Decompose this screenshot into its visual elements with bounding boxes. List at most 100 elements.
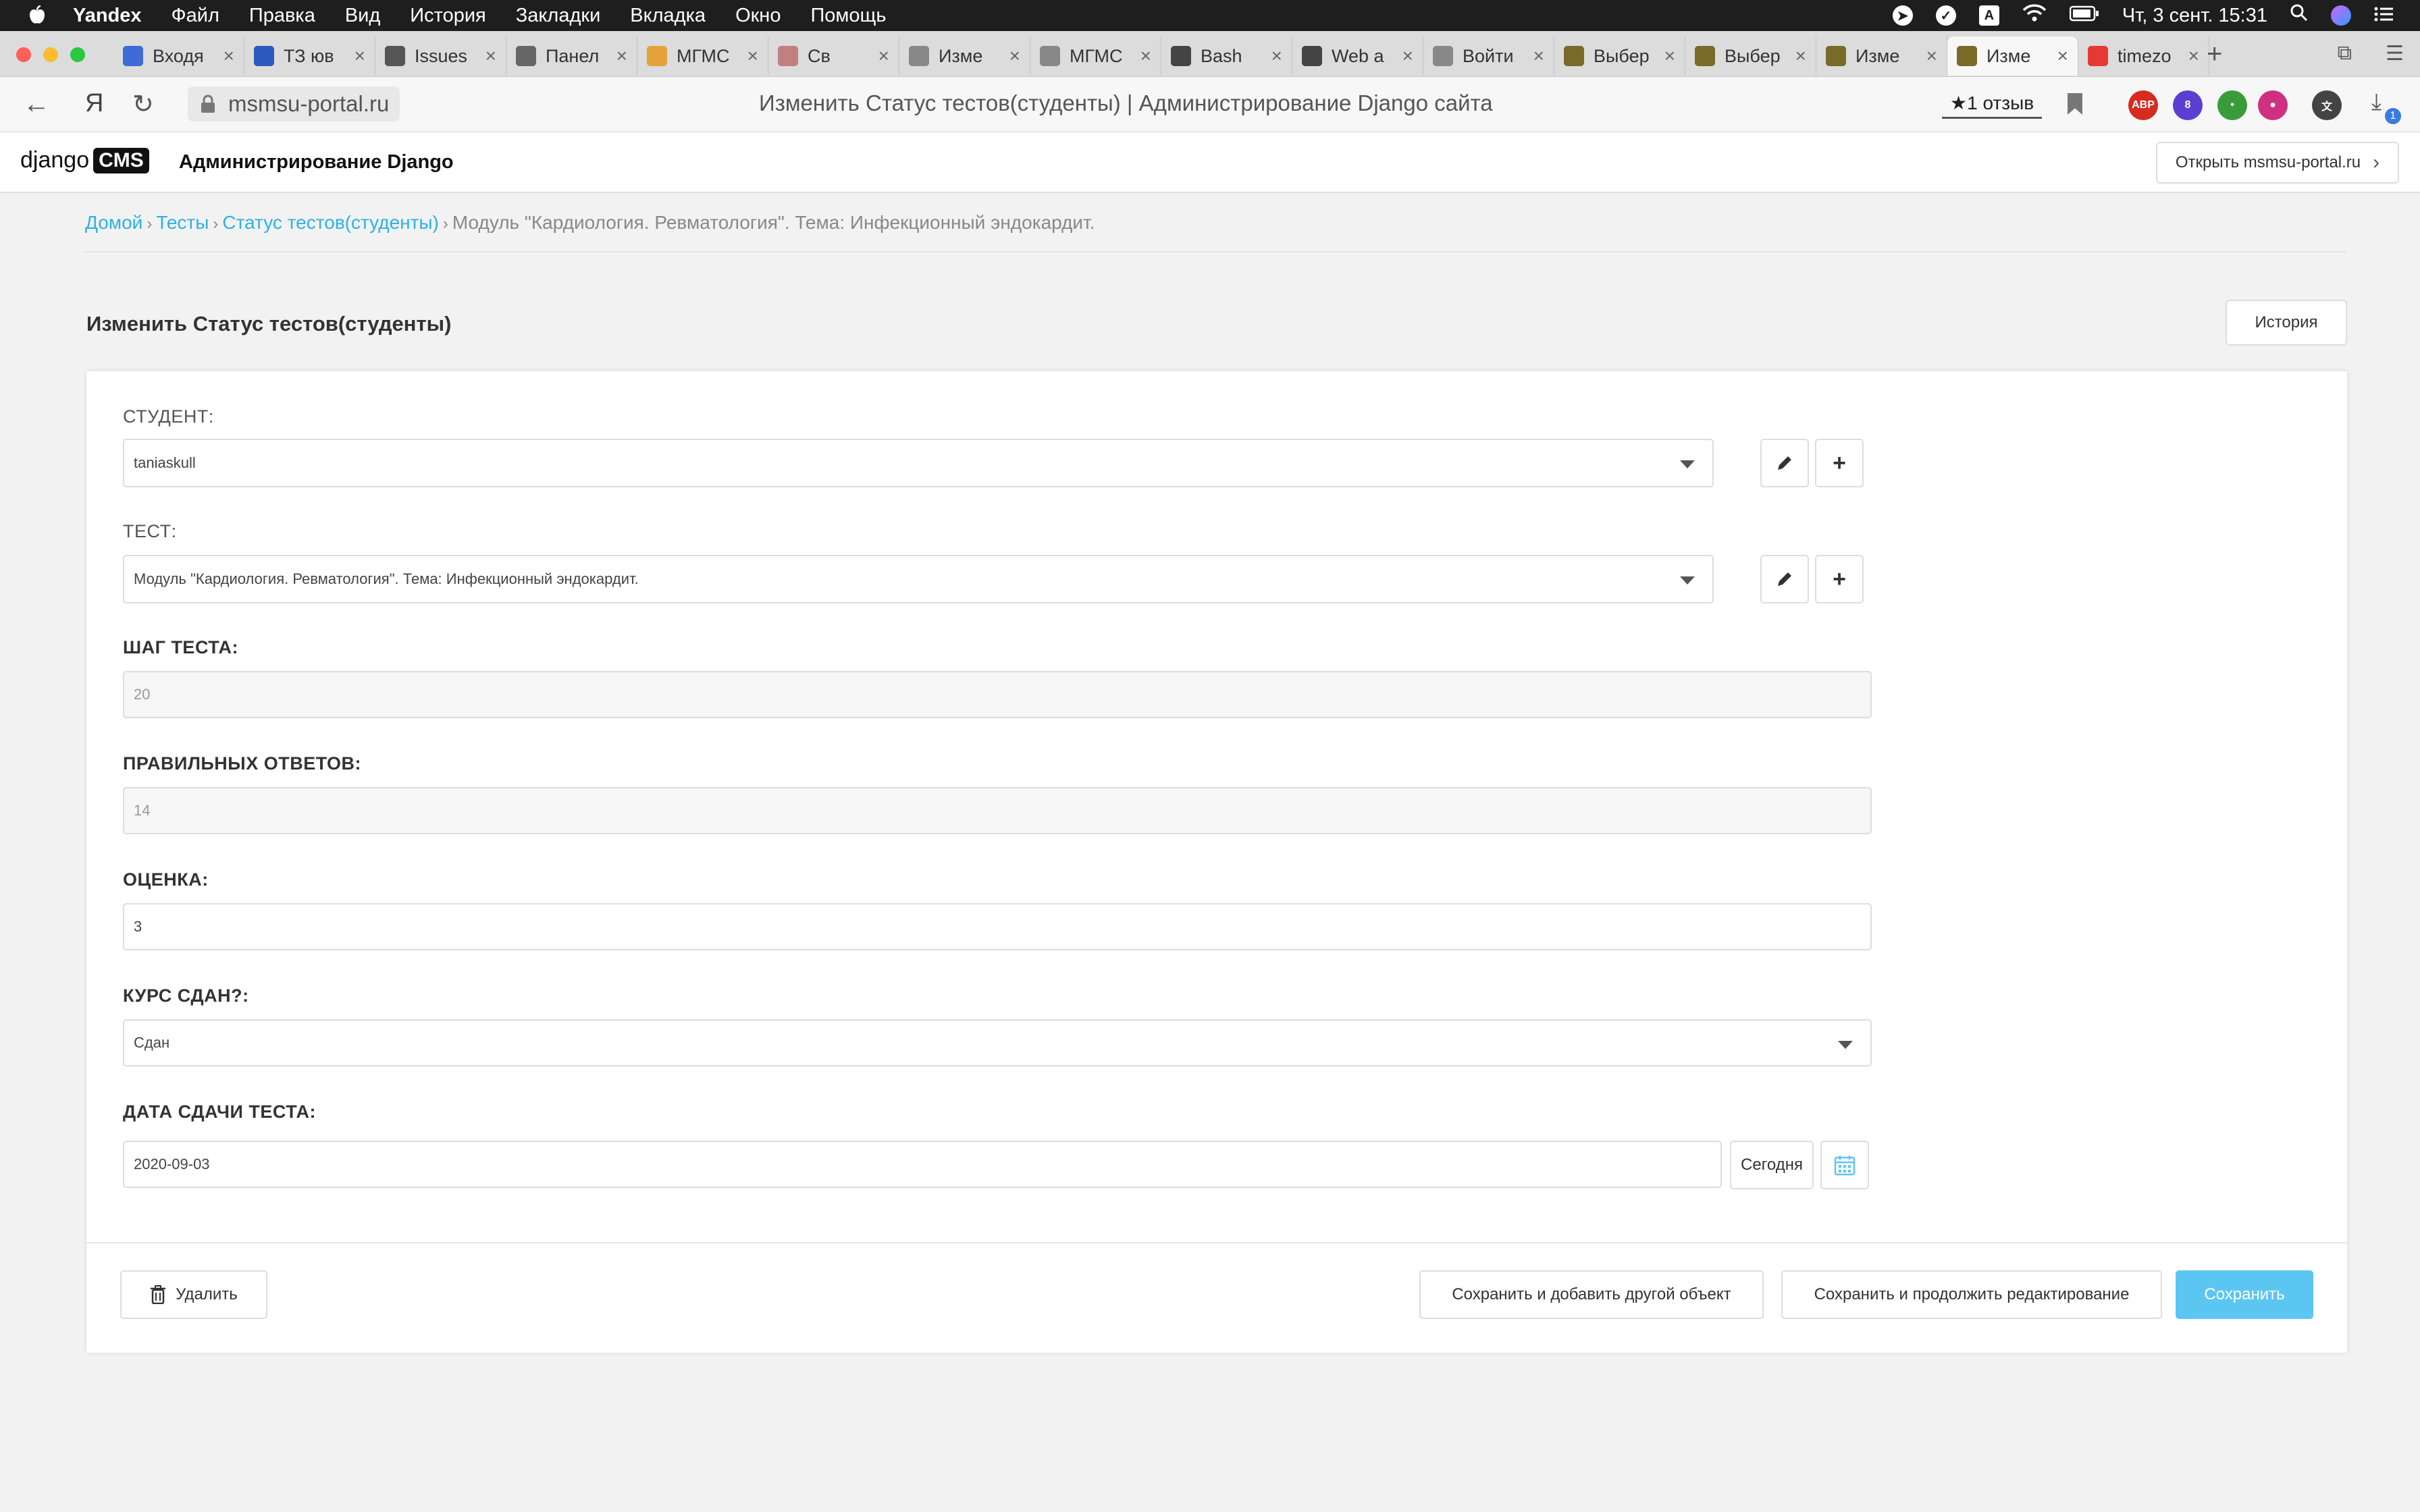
- browser-tab[interactable]: МГМС ×: [1030, 36, 1161, 76]
- close-tab-icon[interactable]: ×: [2188, 45, 2199, 67]
- add-test-button[interactable]: +: [1815, 555, 1864, 603]
- step-field[interactable]: 20: [123, 671, 1872, 718]
- browser-tab[interactable]: Входя ×: [113, 36, 244, 76]
- downloads-icon[interactable]: ⤓: [2371, 89, 2382, 115]
- battery-icon[interactable]: [2069, 5, 2099, 27]
- close-tab-icon[interactable]: ×: [1140, 45, 1151, 67]
- save-button[interactable]: Сохранить: [2176, 1270, 2313, 1319]
- breadcrumb-tests[interactable]: Тесты: [156, 212, 209, 233]
- menu-tab[interactable]: Вкладка: [630, 5, 706, 27]
- mic-extension-icon[interactable]: ●: [2258, 90, 2288, 120]
- breadcrumb-home[interactable]: Домой: [85, 212, 142, 233]
- new-tab-button[interactable]: +: [2207, 39, 2222, 70]
- menu-edit[interactable]: Правка: [249, 5, 315, 27]
- url-field[interactable]: msmsu-portal.ru: [188, 86, 400, 122]
- browser-tab[interactable]: Выбер ×: [1685, 36, 1816, 76]
- django-icon: [1957, 46, 1977, 66]
- browser-tab[interactable]: МГМС ×: [637, 36, 768, 76]
- grade-field[interactable]: 3: [123, 903, 1872, 950]
- save-and-add-another-button[interactable]: Сохранить и добавить другой объект: [1419, 1270, 1764, 1319]
- close-tab-icon[interactable]: ×: [747, 45, 758, 67]
- open-site-button[interactable]: Открыть msmsu-portal.ru ›: [2156, 142, 2399, 184]
- browser-tab[interactable]: Выбер ×: [1554, 36, 1685, 76]
- student-select[interactable]: taniaskull: [123, 439, 1714, 487]
- close-tab-icon[interactable]: ×: [1271, 45, 1282, 67]
- browser-tab[interactable]: Изме ×: [1816, 36, 1947, 76]
- input-source-icon[interactable]: A: [1978, 5, 1999, 26]
- edit-test-button[interactable]: [1760, 555, 1809, 603]
- close-tab-icon[interactable]: ×: [1926, 45, 1937, 67]
- browser-tab[interactable]: Войти ×: [1423, 36, 1554, 76]
- menu-view[interactable]: Вид: [345, 5, 380, 27]
- back-button[interactable]: ←: [23, 89, 50, 119]
- browser-tab[interactable]: Bash ×: [1161, 36, 1292, 76]
- apple-menu-icon[interactable]: [27, 5, 47, 26]
- menu-history[interactable]: История: [410, 5, 485, 27]
- translate-icon[interactable]: 文: [2312, 90, 2342, 120]
- close-tab-icon[interactable]: ×: [223, 45, 234, 67]
- test-date-field[interactable]: 2020-09-03: [123, 1141, 1722, 1188]
- change-form: Студент: taniaskull + Тест: Модуль "Кард…: [86, 371, 2347, 1353]
- today-button[interactable]: Сегодня: [1730, 1141, 1814, 1189]
- close-tab-icon[interactable]: ×: [1664, 45, 1675, 67]
- calendar-button[interactable]: [1820, 1141, 1869, 1189]
- doc-icon: [1433, 46, 1453, 66]
- correct-answers-field[interactable]: 14: [123, 787, 1872, 834]
- django-cms-logo[interactable]: django CMS: [20, 147, 149, 173]
- menu-app-yandex[interactable]: Yandex: [73, 5, 142, 27]
- test-select[interactable]: Модуль "Кардиология. Ревматология". Тема…: [123, 555, 1714, 603]
- browser-tab[interactable]: Св ×: [768, 36, 899, 76]
- browser-tab[interactable]: Web a ×: [1292, 36, 1423, 76]
- close-tab-icon[interactable]: ×: [1533, 45, 1544, 67]
- notification-center-icon[interactable]: [2374, 5, 2393, 27]
- siri-icon[interactable]: [2331, 5, 2351, 26]
- edit-student-button[interactable]: [1760, 439, 1809, 487]
- browser-tab[interactable]: Изме ×: [899, 36, 1030, 76]
- close-tab-icon[interactable]: ×: [354, 45, 365, 67]
- browser-menu-icon[interactable]: ☰: [2386, 42, 2404, 65]
- browser-tab[interactable]: Панел ×: [506, 36, 637, 76]
- browser-tab[interactable]: Изме ×: [1947, 36, 2078, 76]
- browser-tab[interactable]: ТЗ юв ×: [244, 36, 375, 76]
- tab-label: timezo: [2118, 45, 2172, 66]
- menu-file[interactable]: Файл: [172, 5, 219, 27]
- browser-tab[interactable]: Issues ×: [375, 36, 506, 76]
- checkmark-icon[interactable]: ✓: [1935, 5, 1956, 26]
- close-tab-icon[interactable]: ×: [1009, 45, 1020, 67]
- yandex-home-button[interactable]: Я: [85, 89, 103, 118]
- bookmark-icon[interactable]: [2068, 93, 2082, 115]
- location-arrow-icon[interactable]: ➤: [1892, 5, 1913, 26]
- site-header[interactable]: Администрирование Django: [179, 151, 454, 173]
- plus-icon: +: [1833, 566, 1846, 592]
- browser-tab[interactable]: timezo ×: [2078, 36, 2209, 76]
- frog-extension-icon[interactable]: •: [2217, 90, 2247, 120]
- menubar-clock[interactable]: Чт, 3 сент. 15:31: [2122, 5, 2267, 27]
- tab-list: Входя × ТЗ юв × Issues × Панел × МГМС × Св × Изме × МГ…: [113, 36, 2209, 76]
- save-and-continue-button[interactable]: Сохранить и продолжить редактирование: [1781, 1270, 2162, 1319]
- extension-8-icon[interactable]: 8: [2173, 90, 2203, 120]
- wifi-icon[interactable]: [2022, 3, 2047, 28]
- close-tab-icon[interactable]: ×: [1795, 45, 1806, 67]
- breadcrumb-status[interactable]: Статус тестов(студенты): [222, 212, 439, 233]
- tab-overview-icon[interactable]: ⧉: [2338, 42, 2352, 65]
- delete-button[interactable]: Удалить: [120, 1270, 267, 1319]
- reviews-button[interactable]: ★1 отзыв: [1942, 89, 2043, 119]
- window-zoom-button[interactable]: [70, 47, 85, 62]
- history-button[interactable]: История: [2226, 300, 2347, 346]
- close-tab-icon[interactable]: ×: [485, 45, 496, 67]
- adblock-icon[interactable]: ABP: [2128, 90, 2158, 120]
- close-tab-icon[interactable]: ×: [2057, 45, 2068, 67]
- window-close-button[interactable]: [16, 47, 31, 62]
- menu-window[interactable]: Окно: [735, 5, 781, 27]
- window-minimize-button[interactable]: [43, 47, 58, 62]
- menu-bookmarks[interactable]: Закладки: [516, 5, 601, 27]
- delete-label: Удалить: [176, 1285, 238, 1303]
- menu-help[interactable]: Помощь: [810, 5, 886, 27]
- reload-button[interactable]: ↻: [132, 89, 154, 119]
- close-tab-icon[interactable]: ×: [1402, 45, 1413, 67]
- close-tab-icon[interactable]: ×: [616, 45, 627, 67]
- course-passed-select[interactable]: Сдан: [123, 1019, 1872, 1066]
- close-tab-icon[interactable]: ×: [878, 45, 889, 67]
- spotlight-search-icon[interactable]: [2290, 4, 2308, 27]
- add-student-button[interactable]: +: [1815, 439, 1864, 487]
